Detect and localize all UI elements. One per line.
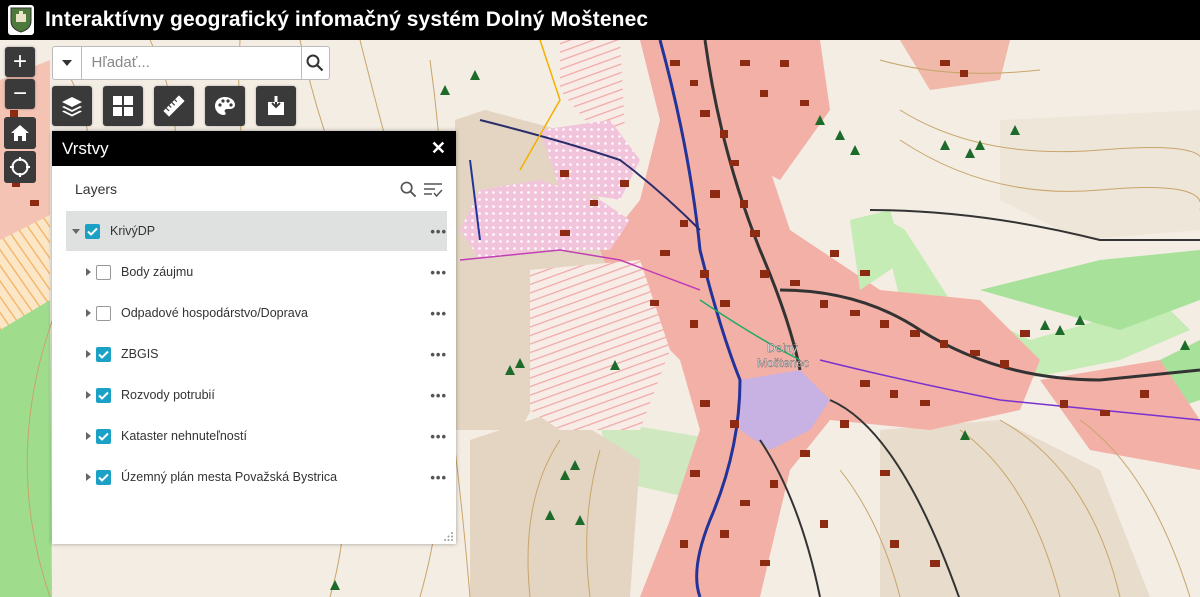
more-options-icon[interactable]: ••• <box>425 429 447 444</box>
layer-list-header: Layers <box>52 166 456 212</box>
layer-label: KrivýDP <box>110 224 156 238</box>
filter-list-icon[interactable] <box>423 181 443 198</box>
chevron-down-icon <box>61 60 72 66</box>
expand-icon[interactable] <box>86 268 91 276</box>
locate-icon <box>10 157 30 177</box>
app-header: Interaktívny geografický infomačný systé… <box>0 0 1200 40</box>
layer-checkbox[interactable] <box>96 387 111 403</box>
collapse-icon[interactable] <box>72 228 80 234</box>
zoom-out-button[interactable]: − <box>5 79 35 109</box>
print-export-icon <box>268 96 284 115</box>
measure-ruler-icon <box>163 95 185 117</box>
layer-label: Odpadové hospodárstvo/Doprava <box>121 306 308 320</box>
zoom-controls: + − <box>5 47 35 111</box>
more-options-icon[interactable]: ••• <box>425 347 447 362</box>
layer-checkbox[interactable] <box>96 469 111 485</box>
more-options-icon[interactable]: ••• <box>425 224 447 239</box>
home-icon <box>11 125 29 141</box>
zoom-in-button[interactable]: + <box>5 47 35 77</box>
layer-label: Rozvody potrubií <box>121 388 215 402</box>
layers-panel: Vrstvy ✕ Layers KrivýDP ••• Body záujmu … <box>52 131 456 544</box>
expand-icon[interactable] <box>86 473 91 481</box>
locate-button[interactable] <box>4 151 36 183</box>
expand-icon[interactable] <box>86 432 91 440</box>
layer-checkbox[interactable] <box>96 346 111 362</box>
map-place-label: Dolný <box>767 341 798 355</box>
layer-row[interactable]: Územný plán mesta Považská Bystrica ••• <box>66 457 447 497</box>
layers-icon <box>62 97 82 117</box>
app-title: Interaktívny geografický infomačný systé… <box>45 8 649 31</box>
more-options-icon[interactable]: ••• <box>425 306 447 321</box>
search-input[interactable] <box>81 47 301 77</box>
resize-handle-icon[interactable] <box>444 532 454 542</box>
layer-checkbox[interactable] <box>96 428 111 444</box>
print-button[interactable] <box>256 86 296 126</box>
map-place-label: Moštenec <box>757 356 809 370</box>
layer-label: Body záujmu <box>121 265 194 279</box>
basemap-gallery-button[interactable] <box>103 86 143 126</box>
layer-checkbox[interactable] <box>85 223 100 239</box>
layer-list-title: Layers <box>75 181 118 197</box>
layer-label: Kataster nehnuteľností <box>121 429 247 443</box>
layer-label: Územný plán mesta Považská Bystrica <box>121 470 338 484</box>
panel-title: Vrstvy <box>62 138 109 158</box>
layer-row-krivydp[interactable]: KrivýDP ••• <box>66 211 447 251</box>
expand-icon[interactable] <box>86 391 91 399</box>
basemap-gallery-icon <box>113 96 133 116</box>
widget-toolbar <box>52 86 307 126</box>
layer-row[interactable]: ZBGIS ••• <box>66 334 447 374</box>
search-icon[interactable] <box>400 181 417 198</box>
layer-row[interactable]: Kataster nehnuteľností ••• <box>66 416 447 456</box>
draw-button[interactable] <box>205 86 245 126</box>
more-options-icon[interactable]: ••• <box>425 388 447 403</box>
expand-icon[interactable] <box>86 350 91 358</box>
layers-button[interactable] <box>52 86 92 126</box>
panel-header: Vrstvy ✕ <box>52 131 456 166</box>
more-options-icon[interactable]: ••• <box>425 265 447 280</box>
layer-row[interactable]: Body záujmu ••• <box>66 252 447 292</box>
more-options-icon[interactable]: ••• <box>425 470 447 485</box>
search-source-dropdown[interactable] <box>53 47 82 79</box>
layer-checkbox[interactable] <box>96 305 111 321</box>
layer-label: ZBGIS <box>121 347 159 361</box>
search-widget <box>52 46 330 80</box>
layer-row[interactable]: Rozvody potrubií ••• <box>66 375 447 415</box>
search-icon <box>306 54 324 72</box>
coat-of-arms-icon <box>8 5 34 35</box>
layer-checkbox[interactable] <box>96 264 111 280</box>
home-button[interactable] <box>4 117 36 149</box>
expand-icon[interactable] <box>86 309 91 317</box>
measure-button[interactable] <box>154 86 194 126</box>
search-button[interactable] <box>300 47 330 79</box>
layer-row[interactable]: Odpadové hospodárstvo/Doprava ••• <box>66 293 447 333</box>
draw-palette-icon <box>215 97 235 115</box>
close-icon[interactable]: ✕ <box>431 138 446 159</box>
